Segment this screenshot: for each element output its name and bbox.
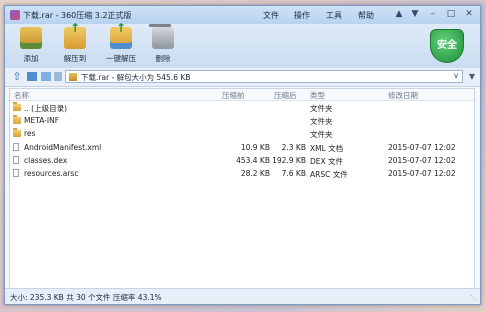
- column-type[interactable]: 类型: [310, 90, 325, 101]
- list-item[interactable]: classes.dex 453.4 KB 192.9 KB DEX 文件 201…: [10, 155, 474, 167]
- file-name: res: [24, 129, 36, 138]
- list-item[interactable]: .. (上级目录) 文件夹: [10, 102, 474, 114]
- window-title: 下载.rar - 360压缩 3.2正式版: [23, 11, 132, 20]
- file-name: classes.dex: [24, 156, 68, 165]
- resize-grip-icon[interactable]: ⋱: [470, 294, 478, 302]
- document-icon: [13, 143, 19, 151]
- archive-window: 下载.rar - 360压缩 3.2正式版 文件 操作 工具 帮助 ▲ ▼ – …: [4, 5, 481, 305]
- column-size[interactable]: 压缩后: [274, 90, 297, 101]
- security-button[interactable]: 安全: [430, 29, 464, 67]
- app-logo-icon: [10, 10, 20, 20]
- column-compressed[interactable]: 压缩前: [222, 90, 245, 101]
- delete-label: 删除: [155, 54, 171, 63]
- view-details-icon[interactable]: [54, 72, 62, 81]
- file-modified: 2015-07-07 12:02: [388, 156, 456, 165]
- one-click-extract-icon: [110, 21, 132, 49]
- archive-icon: [69, 73, 77, 81]
- extract-to-label: 解压到: [63, 54, 87, 63]
- file-name: META-INF: [24, 116, 60, 125]
- trash-icon: [149, 24, 174, 49]
- maximize-icon[interactable]: □: [444, 8, 458, 21]
- shield-icon: 安全: [430, 29, 464, 63]
- status-text: 大小: 235.3 KB 共 30 个文件 压缩率 43.1%: [10, 293, 162, 302]
- column-header: 名称 压缩前 压缩后 类型 修改日期: [10, 89, 474, 101]
- list-item[interactable]: AndroidManifest.xml 10.9 KB 2.3 KB XML 文…: [10, 142, 474, 154]
- file-name: AndroidManifest.xml: [24, 143, 102, 152]
- status-bar: 大小: 235.3 KB 共 30 个文件 压缩率 43.1% ⋱: [5, 288, 480, 304]
- file-name: resources.arsc: [24, 169, 79, 178]
- view-list-icon[interactable]: [41, 72, 51, 81]
- close-icon[interactable]: ✕: [462, 8, 476, 21]
- column-name[interactable]: 名称: [14, 90, 29, 101]
- folder-icon: [13, 128, 21, 137]
- file-type: ARSC 文件: [310, 170, 348, 179]
- menu-file[interactable]: 文件: [263, 10, 279, 21]
- one-click-extract-label: 一键解压: [106, 54, 136, 63]
- list-item[interactable]: res 文件夹: [10, 128, 474, 140]
- minimize-icon[interactable]: –: [426, 8, 440, 21]
- up-arrow-icon[interactable]: ⇧: [11, 70, 23, 83]
- toolbar: 添加 解压到 一键解压 删除 安全: [5, 21, 480, 69]
- file-list[interactable]: 名称 压缩前 压缩后 类型 修改日期 .. (上级目录) 文件夹 META-IN…: [9, 88, 475, 290]
- extract-to-button[interactable]: 解压到: [55, 21, 95, 64]
- menu-icon[interactable]: ▼: [409, 9, 421, 20]
- column-modified[interactable]: 修改日期: [388, 90, 418, 101]
- one-click-extract-button[interactable]: 一键解压: [101, 21, 141, 64]
- document-icon: [13, 169, 19, 177]
- folder-icon: [13, 102, 21, 111]
- document-icon: [13, 156, 19, 164]
- menu-help[interactable]: 帮助: [358, 10, 374, 21]
- file-type: 文件夹: [310, 130, 333, 139]
- address-bar: ⇧ 下载.rar - 解包大小为 545.6 KB ∨ ▼: [5, 68, 480, 87]
- folder-icon: [13, 115, 21, 124]
- path-field[interactable]: 下载.rar - 解包大小为 545.6 KB ∨: [65, 70, 463, 83]
- delete-button[interactable]: 删除: [143, 24, 183, 64]
- menu-operate[interactable]: 操作: [294, 10, 310, 21]
- chevron-down-icon[interactable]: ∨: [453, 71, 459, 80]
- file-size: 7.6 KB: [281, 169, 306, 178]
- add-archive-icon: [20, 27, 42, 49]
- list-item[interactable]: resources.arsc 28.2 KB 7.6 KB ARSC 文件 20…: [10, 168, 474, 180]
- file-size: 192.9 KB: [272, 156, 306, 165]
- menu-tools[interactable]: 工具: [326, 10, 342, 21]
- file-type: 文件夹: [310, 117, 333, 126]
- file-name: .. (上级目录): [24, 104, 68, 113]
- file-modified: 2015-07-07 12:02: [388, 143, 456, 152]
- path-text: 下载.rar - 解包大小为 545.6 KB: [81, 73, 191, 82]
- list-item[interactable]: META-INF 文件夹: [10, 115, 474, 127]
- shirt-icon[interactable]: ▲: [393, 9, 405, 20]
- file-modified: 2015-07-07 12:02: [388, 169, 456, 178]
- add-label: 添加: [23, 54, 39, 63]
- file-size: 2.3 KB: [281, 143, 306, 152]
- file-type: 文件夹: [310, 104, 333, 113]
- file-type: DEX 文件: [310, 157, 344, 166]
- file-type: XML 文档: [310, 144, 344, 153]
- add-button[interactable]: 添加: [11, 27, 51, 64]
- dropdown-arrow-icon[interactable]: ▼: [466, 70, 478, 83]
- view-large-icon[interactable]: [27, 72, 37, 81]
- extract-to-icon: [64, 21, 86, 49]
